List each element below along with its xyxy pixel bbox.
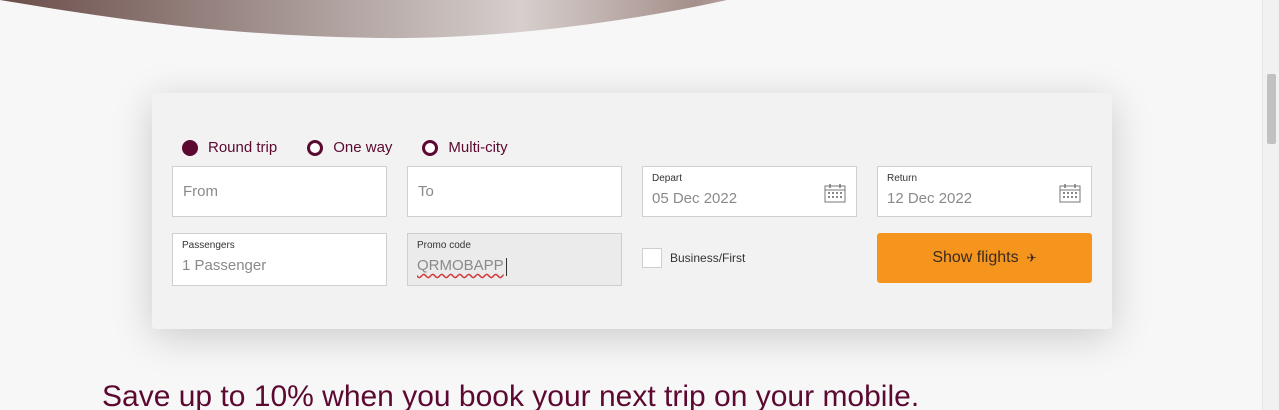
promo-headline: Save up to 10% when you book your next t… — [102, 380, 920, 410]
trip-one-way[interactable]: One way — [307, 139, 392, 156]
calendar-icon[interactable] — [1059, 183, 1081, 203]
business-first-checkbox[interactable] — [642, 248, 662, 268]
passengers-value: 1 Passenger — [182, 257, 267, 274]
round-trip-label: Round trip — [208, 139, 278, 156]
to-placeholder: To — [418, 183, 434, 200]
depart-label: Depart — [652, 173, 683, 184]
return-value: 12 Dec 2022 — [887, 190, 973, 207]
from-field[interactable]: From — [172, 166, 387, 217]
hero-image — [0, 0, 728, 39]
trip-multi-city[interactable]: Multi-city — [422, 139, 508, 156]
to-field[interactable]: To — [407, 166, 622, 217]
flight-search-card: Round trip One way Multi-city From To De… — [152, 93, 1112, 329]
show-flights-button[interactable]: Show flights ✈ — [877, 233, 1092, 283]
one-way-radio[interactable] — [307, 139, 324, 156]
one-way-label: One way — [333, 139, 393, 156]
promo-code-value: QRMOBAPP — [417, 257, 504, 274]
calendar-icon[interactable] — [824, 183, 846, 203]
promo-code-label: Promo code — [417, 240, 471, 251]
trip-round-trip[interactable]: Round trip — [182, 139, 277, 156]
depart-value: 05 Dec 2022 — [652, 190, 738, 207]
airplane-icon: ✈ — [1026, 251, 1037, 265]
round-trip-radio[interactable] — [182, 139, 198, 156]
business-first-option[interactable]: Business/First — [642, 248, 745, 268]
promo-code-field[interactable]: Promo code QRMOBAPP — [407, 233, 622, 286]
from-placeholder: From — [183, 183, 218, 200]
trip-type-group: Round trip One way Multi-city — [182, 139, 538, 156]
passengers-field[interactable]: Passengers 1 Passenger — [172, 233, 387, 286]
multi-city-radio[interactable] — [422, 139, 439, 156]
page-scrollbar[interactable] — [1262, 0, 1279, 410]
text-caret — [506, 258, 507, 276]
return-label: Return — [887, 173, 918, 184]
return-date-field[interactable]: Return 12 Dec 2022 — [877, 166, 1092, 217]
show-flights-label: Show flights — [932, 249, 1019, 266]
depart-date-field[interactable]: Depart 05 Dec 2022 — [642, 166, 857, 217]
passengers-label: Passengers — [182, 240, 235, 251]
business-first-label: Business/First — [670, 251, 746, 265]
scrollbar-thumb[interactable] — [1267, 74, 1276, 144]
multi-city-label: Multi-city — [448, 139, 508, 156]
